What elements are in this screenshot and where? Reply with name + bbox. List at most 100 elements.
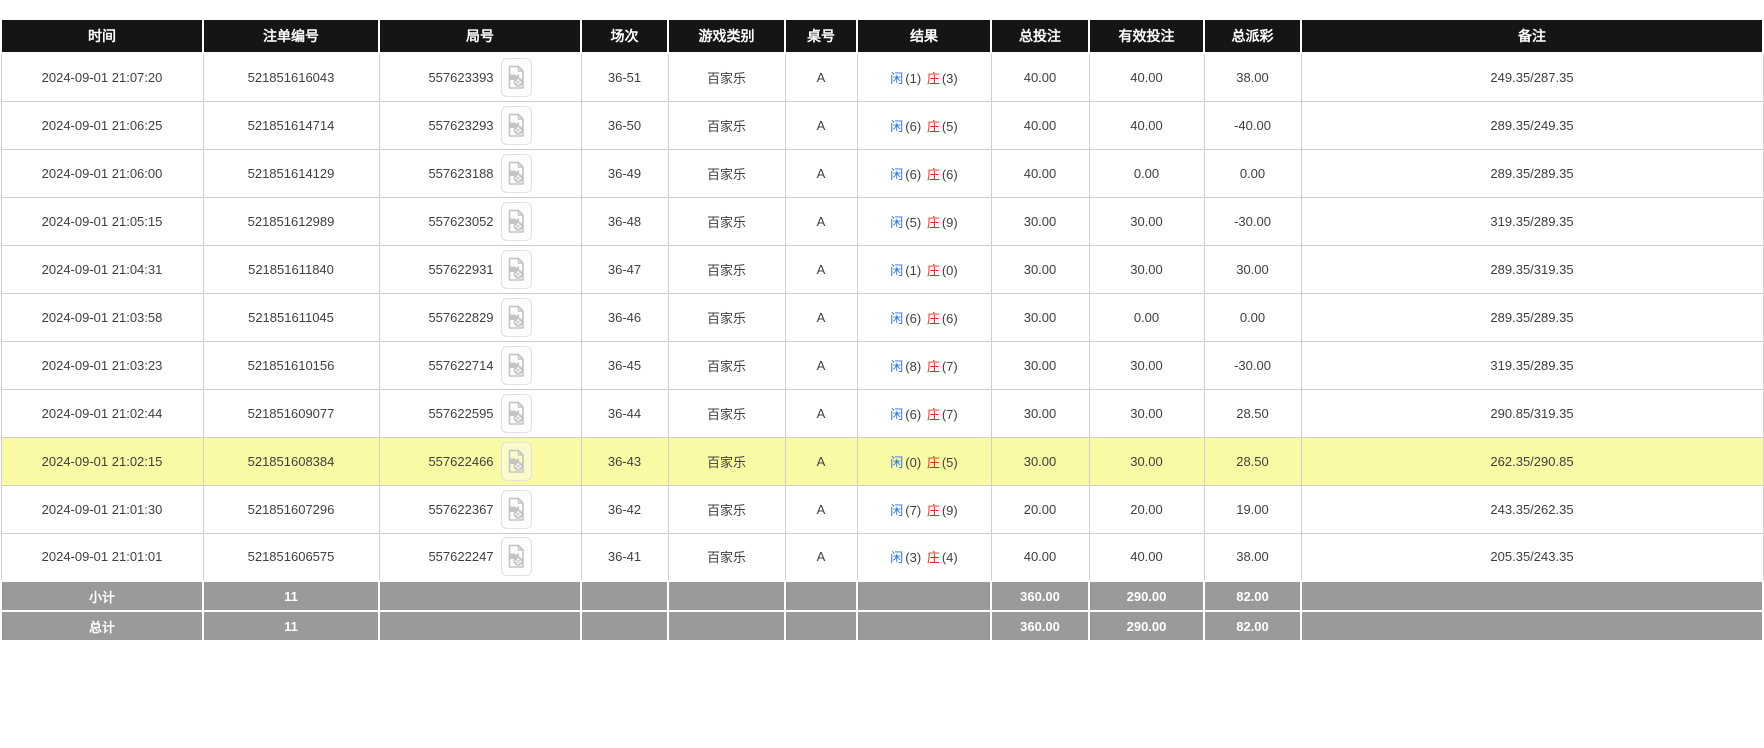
- subtotal-row: 小计 11 360.00 290.00 82.00: [0, 580, 1764, 612]
- cell-game-type: 百家乐: [667, 388, 786, 438]
- result-banker-label: 庄: [926, 70, 940, 86]
- col-header-table-no: 桌号: [784, 18, 858, 54]
- subtotal-total-payout: 82.00: [1203, 580, 1302, 612]
- cell-session: 36-47: [580, 244, 669, 294]
- round-number: 557623052: [428, 213, 494, 229]
- round-number: 557622247: [428, 549, 494, 565]
- result-banker-score: (9): [941, 214, 958, 230]
- cell-time: 2024-09-01 21:01:01: [0, 532, 204, 582]
- cell-result: 闲 (8) 庄 (7): [856, 340, 992, 390]
- result-banker-label: 庄: [926, 550, 940, 566]
- video-replay-icon[interactable]: [500, 393, 532, 433]
- cell-remark: 289.35/289.35: [1300, 292, 1764, 342]
- result-player-label: 闲: [890, 262, 904, 278]
- cell-remark: 319.35/289.35: [1300, 196, 1764, 246]
- cell-table-no: A: [784, 436, 858, 486]
- cell-total-bet: 40.00: [990, 148, 1090, 198]
- video-replay-icon[interactable]: [500, 153, 532, 193]
- total-count: 11: [202, 610, 380, 642]
- cell-table-no: A: [784, 196, 858, 246]
- total-empty-cell: [1300, 610, 1764, 642]
- result-banker-label: 庄: [926, 118, 940, 134]
- cell-bet-id: 521851608384: [202, 436, 380, 486]
- video-replay-icon[interactable]: [500, 441, 532, 481]
- result-banker-score: (5): [941, 118, 958, 134]
- subtotal-total-bet: 360.00: [990, 580, 1090, 612]
- video-replay-icon[interactable]: [500, 249, 532, 289]
- subtotal-empty-cell: [580, 580, 669, 612]
- cell-table-no: A: [784, 148, 858, 198]
- total-empty-cell: [784, 610, 858, 642]
- table-row[interactable]: 2024-09-01 21:01:30 521851607296 5576223…: [0, 484, 1764, 534]
- cell-remark: 249.35/287.35: [1300, 52, 1764, 102]
- table-row[interactable]: 2024-09-01 21:06:25 521851614714 5576232…: [0, 100, 1764, 150]
- cell-valid-bet: 30.00: [1088, 244, 1205, 294]
- cell-total-payout: -30.00: [1203, 340, 1302, 390]
- cell-round: 557623393: [378, 52, 582, 102]
- table-row[interactable]: 2024-09-01 21:05:15 521851612989 5576230…: [0, 196, 1764, 246]
- cell-session: 36-50: [580, 100, 669, 150]
- table-row[interactable]: 2024-09-01 21:03:23 521851610156 5576227…: [0, 340, 1764, 390]
- table-row[interactable]: 2024-09-01 21:03:58 521851611045 5576228…: [0, 292, 1764, 342]
- total-row: 总计 11 360.00 290.00 82.00: [0, 610, 1764, 642]
- cell-total-payout: 38.00: [1203, 532, 1302, 582]
- cell-valid-bet: 40.00: [1088, 52, 1205, 102]
- total-total-bet: 360.00: [990, 610, 1090, 642]
- cell-round: 557622714: [378, 340, 582, 390]
- result-player-label: 闲: [890, 118, 904, 134]
- result-banker-label: 庄: [926, 358, 940, 374]
- result-player-score: (3): [905, 550, 922, 566]
- video-replay-icon[interactable]: [500, 297, 532, 337]
- total-empty-cell: [378, 610, 582, 642]
- video-replay-icon[interactable]: [500, 105, 532, 145]
- table-row[interactable]: 2024-09-01 21:02:15 521851608384 5576224…: [0, 436, 1764, 486]
- cell-round: 557622466: [378, 436, 582, 486]
- table-row[interactable]: 2024-09-01 21:06:00 521851614129 5576231…: [0, 148, 1764, 198]
- cell-total-payout: 30.00: [1203, 244, 1302, 294]
- result-player-label: 闲: [890, 502, 904, 518]
- cell-table-no: A: [784, 292, 858, 342]
- video-replay-icon[interactable]: [500, 201, 532, 241]
- cell-time: 2024-09-01 21:06:25: [0, 100, 204, 150]
- cell-result: 闲 (0) 庄 (5): [856, 436, 992, 486]
- table-row[interactable]: 2024-09-01 21:01:01 521851606575 5576222…: [0, 532, 1764, 582]
- result-banker-label: 庄: [926, 262, 940, 278]
- cell-total-bet: 30.00: [990, 196, 1090, 246]
- table-row[interactable]: 2024-09-01 21:07:20 521851616043 5576233…: [0, 52, 1764, 102]
- cell-session: 36-49: [580, 148, 669, 198]
- cell-total-payout: -30.00: [1203, 196, 1302, 246]
- subtotal-empty-cell: [667, 580, 786, 612]
- cell-result: 闲 (7) 庄 (9): [856, 484, 992, 534]
- table-row[interactable]: 2024-09-01 21:02:44 521851609077 5576225…: [0, 388, 1764, 438]
- cell-time: 2024-09-01 21:03:58: [0, 292, 204, 342]
- cell-remark: 262.35/290.85: [1300, 436, 1764, 486]
- cell-result: 闲 (5) 庄 (9): [856, 196, 992, 246]
- result-player-score: (1): [905, 70, 922, 86]
- round-number: 557622595: [428, 405, 494, 421]
- video-replay-icon[interactable]: [500, 57, 532, 97]
- cell-bet-id: 521851609077: [202, 388, 380, 438]
- video-replay-icon[interactable]: [500, 489, 532, 529]
- cell-round: 557622931: [378, 244, 582, 294]
- cell-table-no: A: [784, 244, 858, 294]
- cell-time: 2024-09-01 21:02:15: [0, 436, 204, 486]
- round-number: 557622829: [428, 309, 494, 325]
- cell-valid-bet: 20.00: [1088, 484, 1205, 534]
- cell-table-no: A: [784, 532, 858, 582]
- round-number: 557622367: [428, 501, 494, 517]
- col-header-valid-bet: 有效投注: [1088, 18, 1205, 54]
- video-replay-icon[interactable]: [500, 345, 532, 385]
- total-valid-bet: 290.00: [1088, 610, 1205, 642]
- cell-game-type: 百家乐: [667, 292, 786, 342]
- cell-game-type: 百家乐: [667, 532, 786, 582]
- table-row[interactable]: 2024-09-01 21:04:31 521851611840 5576229…: [0, 244, 1764, 294]
- total-empty-cell: [856, 610, 992, 642]
- cell-round: 557622247: [378, 532, 582, 582]
- table-summary: 小计 11 360.00 290.00 82.00 总计 11 360.00 2…: [0, 580, 1764, 642]
- cell-game-type: 百家乐: [667, 244, 786, 294]
- cell-remark: 205.35/243.35: [1300, 532, 1764, 582]
- cell-bet-id: 521851611840: [202, 244, 380, 294]
- table-body: 2024-09-01 21:07:20 521851616043 5576233…: [0, 52, 1764, 582]
- cell-session: 36-48: [580, 196, 669, 246]
- video-replay-icon[interactable]: [500, 537, 532, 577]
